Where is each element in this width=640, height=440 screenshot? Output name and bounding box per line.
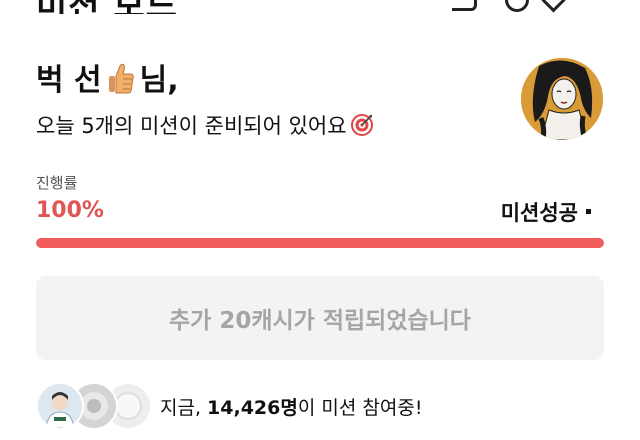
participant-avatar <box>36 382 84 430</box>
target-icon <box>350 113 374 137</box>
subtitle-text: 오늘 5개의 미션이 준비되어 있어요 <box>36 114 347 138</box>
greeting: 벅 선 님, <box>36 62 179 99</box>
progress-percent: 100% <box>36 198 104 223</box>
user-name: 벅 선 <box>36 63 102 98</box>
more-icon[interactable] <box>541 0 566 13</box>
reward-banner: 추가 20캐시가 적립되었습니다 <box>36 276 604 360</box>
participants-prefix: 지금, <box>160 397 208 419</box>
status-dot-icon <box>586 209 591 214</box>
profile-avatar[interactable] <box>521 58 603 140</box>
top-header: 미션 보드 <box>0 0 640 14</box>
participants-suffix: 이 미션 참여중! <box>297 397 423 419</box>
mission-subtitle: 오늘 5개의 미션이 준비되어 있어요 <box>36 112 374 140</box>
progress-bar-fill <box>36 238 604 248</box>
reward-message: 추가 20캐시가 적립되었습니다 <box>169 308 471 334</box>
participant-count-text: 지금, 14,426명이 미션 참여중! <box>160 393 422 420</box>
share-icon[interactable] <box>452 0 477 11</box>
participant-count: 14,426명 <box>207 397 298 419</box>
progress-bar <box>36 238 604 248</box>
thumbs-up-icon <box>106 62 136 96</box>
participants-row: 지금, 14,426명이 미션 참여중! <box>36 382 596 430</box>
greeting-suffix: 님, <box>139 63 179 98</box>
history-icon[interactable] <box>505 0 529 12</box>
header-title: 미션 보드 <box>36 0 178 14</box>
progress-label: 진행률 <box>36 174 78 192</box>
mission-status: 미션성공 <box>500 201 578 225</box>
